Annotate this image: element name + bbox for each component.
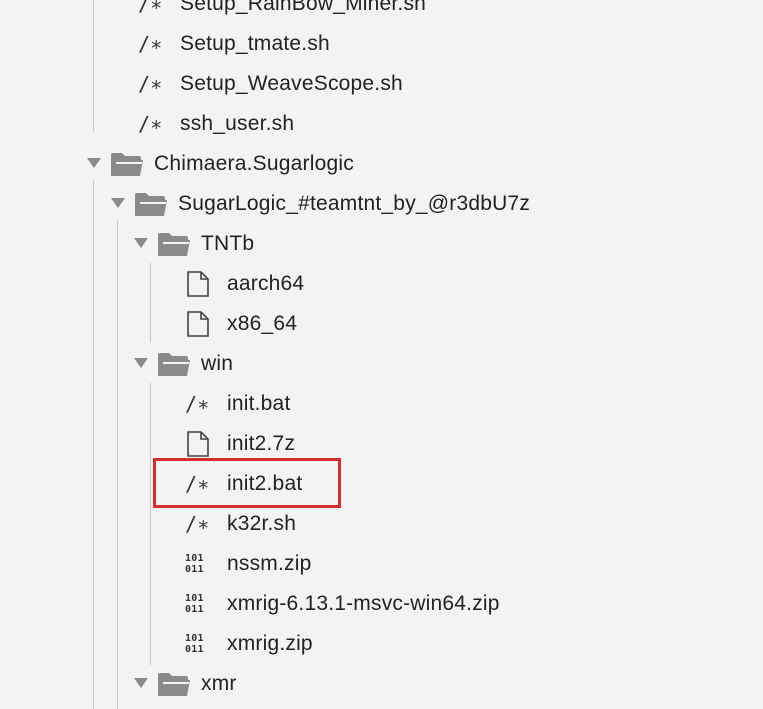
binary-file-icon: 101 011 [185, 553, 217, 575]
tree-guide-line [150, 263, 151, 343]
tree-file-row[interactable]: aarch64 [185, 264, 304, 304]
tree-item-label: xmrig.zip [227, 632, 313, 655]
script-file-icon: /∗ [185, 512, 210, 536]
binary-file-icon: 101 011 [185, 633, 217, 655]
tree-file-row[interactable]: 101 011 nssm.zip [185, 544, 311, 584]
chevron-down-icon[interactable] [133, 677, 149, 691]
binary-file-icon: 101 011 [185, 593, 217, 615]
tree-item-label: Chimaera.Sugarlogic [154, 152, 354, 175]
tree-folder-row[interactable]: win [133, 344, 233, 384]
tree-file-row[interactable]: /∗ Setup_RainBow_Miner.sh [138, 0, 426, 24]
folder-open-icon [157, 231, 191, 257]
script-file-icon: /∗ [185, 392, 210, 416]
tree-item-label: init.bat [227, 392, 291, 415]
tree-guide-line [93, 180, 94, 709]
tree-file-row[interactable]: /∗ Setup_WeaveScope.sh [138, 64, 403, 104]
script-file-icon: /∗ [138, 0, 163, 16]
tree-item-label: init2.7z [227, 432, 296, 455]
binary-glyph-bottom: 011 [185, 564, 204, 575]
chevron-down-icon[interactable] [110, 197, 126, 211]
tree-item-label: k32r.sh [227, 512, 297, 535]
file-icon [185, 430, 211, 458]
tree-guide-line [117, 220, 118, 709]
tree-item-label: aarch64 [227, 272, 305, 295]
chevron-down-icon[interactable] [86, 157, 102, 171]
tree-item-label: x86_64 [227, 312, 298, 335]
tree-folder-row[interactable]: SugarLogic_#teamtnt_by_@r3dbU7z [110, 184, 530, 224]
tree-item-label: xmrig-6.13.1-msvc-win64.zip [227, 592, 500, 615]
binary-glyph-bottom: 011 [185, 644, 204, 655]
tree-file-row[interactable]: /∗ k32r.sh [185, 504, 296, 544]
script-file-icon: /∗ [138, 112, 163, 136]
chevron-down-icon[interactable] [133, 357, 149, 371]
binary-glyph-top: 101 [185, 553, 204, 564]
folder-open-icon [110, 151, 144, 177]
tree-guide-line [150, 383, 151, 665]
tree-file-row[interactable]: /∗ init.bat [185, 384, 290, 424]
tree-file-row[interactable]: /∗ Setup_tmate.sh [138, 24, 330, 64]
folder-open-icon [157, 351, 191, 377]
tree-item-label: Setup_tmate.sh [180, 32, 330, 55]
tree-item-label: TNTb [201, 232, 255, 255]
binary-glyph-top: 101 [185, 633, 204, 644]
tree-item-label: ssh_user.sh [180, 112, 295, 135]
tree-folder-row[interactable]: Chimaera.Sugarlogic [86, 144, 354, 184]
file-icon [185, 310, 211, 338]
tree-item-label: xmr [201, 672, 237, 695]
tree-file-row[interactable]: x86_64 [185, 304, 297, 344]
folder-open-icon [134, 191, 168, 217]
file-icon [185, 270, 211, 298]
script-file-icon: /∗ [138, 72, 163, 96]
tree-guide-line [93, 0, 94, 132]
script-file-icon: /∗ [138, 32, 163, 56]
tree-item-label: Setup_WeaveScope.sh [180, 72, 403, 95]
folder-open-icon [157, 671, 191, 697]
tree-item-label: SugarLogic_#teamtnt_by_@r3dbU7z [178, 192, 531, 215]
tree-file-row[interactable]: /∗ ssh_user.sh [138, 104, 294, 144]
tree-item-label: win [201, 352, 234, 375]
highlight-box [153, 458, 341, 508]
tree-item-label: nssm.zip [227, 552, 312, 575]
tree-folder-row[interactable]: xmr [133, 664, 237, 704]
tree-file-row[interactable]: 101 011 xmrig.zip [185, 624, 313, 664]
tree-file-row[interactable]: 101 011 xmrig-6.13.1-msvc-win64.zip [185, 584, 500, 624]
binary-glyph-bottom: 011 [185, 604, 204, 615]
binary-glyph-top: 101 [185, 593, 204, 604]
tree-folder-row[interactable]: TNTb [133, 224, 254, 264]
chevron-down-icon[interactable] [133, 237, 149, 251]
file-tree: /∗ Setup_RainBow_Miner.sh /∗ Setup_tmate.sh… [0, 0, 763, 709]
tree-item-label: Setup_RainBow_Miner.sh [180, 0, 427, 15]
